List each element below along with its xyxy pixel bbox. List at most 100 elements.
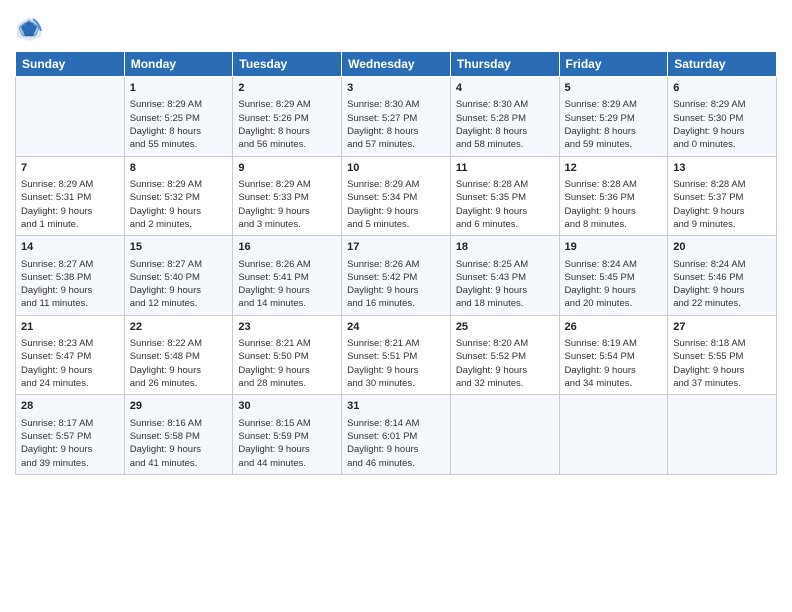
day-info-line: Sunset: 5:47 PM: [21, 350, 119, 363]
day-number: 7: [21, 161, 119, 176]
day-number: 8: [130, 161, 228, 176]
day-info-line: Daylight: 8 hours: [130, 125, 228, 138]
day-info-line: Daylight: 9 hours: [347, 364, 445, 377]
calendar-cell: 22Sunrise: 8:22 AMSunset: 5:48 PMDayligh…: [124, 315, 233, 395]
day-info-line: Sunrise: 8:29 AM: [238, 178, 336, 191]
day-info-line: Sunrise: 8:29 AM: [130, 178, 228, 191]
calendar-cell: [668, 395, 777, 475]
day-info-line: and 26 minutes.: [130, 377, 228, 390]
col-header-monday: Monday: [124, 52, 233, 77]
col-header-friday: Friday: [559, 52, 668, 77]
day-number: 10: [347, 161, 445, 176]
col-header-wednesday: Wednesday: [342, 52, 451, 77]
day-info-line: and 55 minutes.: [130, 138, 228, 151]
day-info-line: Sunrise: 8:30 AM: [456, 98, 554, 111]
calendar-week-row: 14Sunrise: 8:27 AMSunset: 5:38 PMDayligh…: [16, 236, 777, 316]
day-info-line: Sunrise: 8:24 AM: [565, 258, 663, 271]
day-number: 14: [21, 240, 119, 255]
calendar-cell: 1Sunrise: 8:29 AMSunset: 5:25 PMDaylight…: [124, 77, 233, 157]
day-info-line: Sunset: 5:28 PM: [456, 112, 554, 125]
day-info-line: Daylight: 9 hours: [673, 125, 771, 138]
day-info-line: Sunrise: 8:24 AM: [673, 258, 771, 271]
day-number: 5: [565, 81, 663, 96]
day-info-line: Sunrise: 8:16 AM: [130, 417, 228, 430]
calendar-cell: 20Sunrise: 8:24 AMSunset: 5:46 PMDayligh…: [668, 236, 777, 316]
day-number: 6: [673, 81, 771, 96]
day-info-line: and 44 minutes.: [238, 457, 336, 470]
day-info-line: Sunset: 6:01 PM: [347, 430, 445, 443]
day-info-line: and 24 minutes.: [21, 377, 119, 390]
day-info-line: and 34 minutes.: [565, 377, 663, 390]
calendar-cell: [559, 395, 668, 475]
day-info-line: and 6 minutes.: [456, 218, 554, 231]
day-info-line: Sunrise: 8:25 AM: [456, 258, 554, 271]
day-number: 23: [238, 320, 336, 335]
day-info-line: and 59 minutes.: [565, 138, 663, 151]
day-info-line: Sunset: 5:33 PM: [238, 191, 336, 204]
day-info-line: Daylight: 8 hours: [565, 125, 663, 138]
day-info-line: and 58 minutes.: [456, 138, 554, 151]
day-info-line: and 14 minutes.: [238, 297, 336, 310]
day-info-line: Sunrise: 8:29 AM: [238, 98, 336, 111]
calendar-cell: 26Sunrise: 8:19 AMSunset: 5:54 PMDayligh…: [559, 315, 668, 395]
day-info-line: Sunset: 5:55 PM: [673, 350, 771, 363]
calendar-cell: 27Sunrise: 8:18 AMSunset: 5:55 PMDayligh…: [668, 315, 777, 395]
calendar-week-row: 21Sunrise: 8:23 AMSunset: 5:47 PMDayligh…: [16, 315, 777, 395]
day-info-line: Daylight: 9 hours: [130, 364, 228, 377]
calendar-cell: [450, 395, 559, 475]
day-info-line: Sunset: 5:36 PM: [565, 191, 663, 204]
day-info-line: Daylight: 9 hours: [130, 443, 228, 456]
day-number: 1: [130, 81, 228, 96]
day-info-line: Sunrise: 8:17 AM: [21, 417, 119, 430]
day-info-line: Sunset: 5:58 PM: [130, 430, 228, 443]
calendar-cell: 12Sunrise: 8:28 AMSunset: 5:36 PMDayligh…: [559, 156, 668, 236]
day-info-line: Sunset: 5:59 PM: [238, 430, 336, 443]
day-number: 22: [130, 320, 228, 335]
day-info-line: Sunrise: 8:26 AM: [238, 258, 336, 271]
day-info-line: Sunset: 5:43 PM: [456, 271, 554, 284]
day-info-line: and 37 minutes.: [673, 377, 771, 390]
day-info-line: Daylight: 9 hours: [21, 284, 119, 297]
day-info-line: Daylight: 9 hours: [21, 205, 119, 218]
day-info-line: Daylight: 9 hours: [21, 443, 119, 456]
day-number: 13: [673, 161, 771, 176]
day-number: 18: [456, 240, 554, 255]
calendar-cell: 11Sunrise: 8:28 AMSunset: 5:35 PMDayligh…: [450, 156, 559, 236]
day-info-line: and 1 minute.: [21, 218, 119, 231]
day-info-line: Sunset: 5:38 PM: [21, 271, 119, 284]
day-number: 19: [565, 240, 663, 255]
day-info-line: and 11 minutes.: [21, 297, 119, 310]
calendar-cell: 6 Sunrise: 8:29 AMSunset: 5:30 PMDaylight…: [668, 77, 777, 157]
day-info-line: Sunrise: 8:29 AM: [673, 98, 771, 111]
calendar-cell: 16Sunrise: 8:26 AMSunset: 5:41 PMDayligh…: [233, 236, 342, 316]
day-info-line: Daylight: 9 hours: [456, 205, 554, 218]
day-info-line: Daylight: 9 hours: [673, 364, 771, 377]
day-number: 24: [347, 320, 445, 335]
day-number: 30: [238, 399, 336, 414]
day-info-line: Sunset: 5:48 PM: [130, 350, 228, 363]
day-number: 29: [130, 399, 228, 414]
day-info-line: Daylight: 9 hours: [238, 364, 336, 377]
day-info-line: Sunrise: 8:26 AM: [347, 258, 445, 271]
day-info-line: Sunset: 5:42 PM: [347, 271, 445, 284]
day-info-line: and 32 minutes.: [456, 377, 554, 390]
day-info-line: Sunrise: 8:23 AM: [21, 337, 119, 350]
day-info-line: and 18 minutes.: [456, 297, 554, 310]
day-info-line: Sunset: 5:30 PM: [673, 112, 771, 125]
col-header-sunday: Sunday: [16, 52, 125, 77]
day-info-line: Daylight: 9 hours: [456, 364, 554, 377]
day-info-line: Daylight: 9 hours: [238, 443, 336, 456]
calendar-cell: [16, 77, 125, 157]
calendar-week-row: 28Sunrise: 8:17 AMSunset: 5:57 PMDayligh…: [16, 395, 777, 475]
day-info-line: Sunset: 5:35 PM: [456, 191, 554, 204]
day-number: 17: [347, 240, 445, 255]
day-info-line: Sunset: 5:34 PM: [347, 191, 445, 204]
day-number: 15: [130, 240, 228, 255]
day-info-line: Sunrise: 8:30 AM: [347, 98, 445, 111]
day-info-line: and 12 minutes.: [130, 297, 228, 310]
day-info-line: Daylight: 9 hours: [673, 205, 771, 218]
day-info-line: Sunrise: 8:21 AM: [238, 337, 336, 350]
calendar-cell: 13Sunrise: 8:28 AMSunset: 5:37 PMDayligh…: [668, 156, 777, 236]
day-info-line: and 5 minutes.: [347, 218, 445, 231]
day-info-line: Daylight: 9 hours: [130, 205, 228, 218]
